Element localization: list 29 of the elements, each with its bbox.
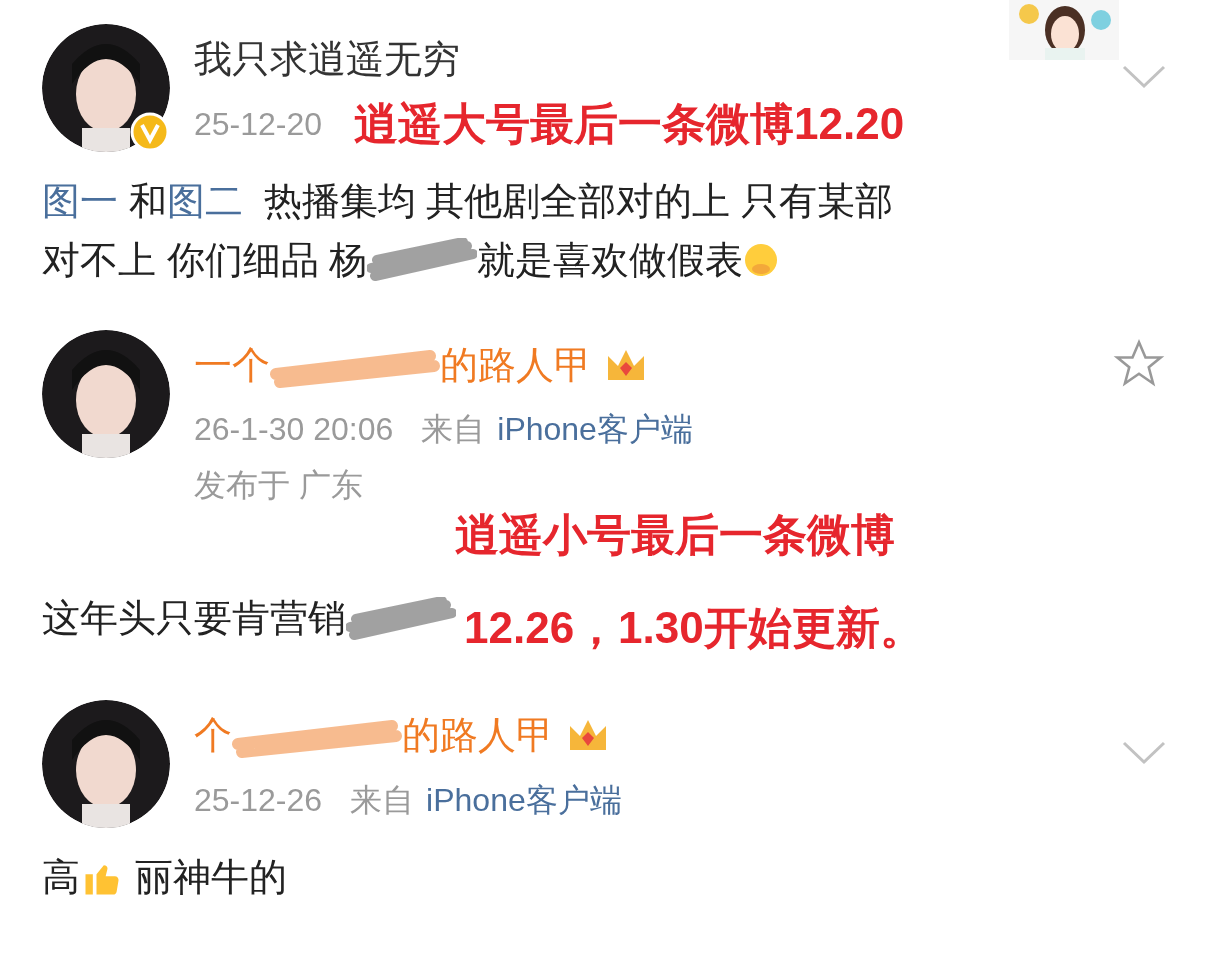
source-label: 来自 xyxy=(350,781,415,818)
chevron-down-icon[interactable] xyxy=(1121,64,1167,90)
source-link[interactable]: iPhone客户端 xyxy=(426,781,622,818)
user-name[interactable]: 的路人甲 xyxy=(440,341,592,390)
post-text: 热播集均 其他剧全部对的上 只有某部 xyxy=(262,179,893,224)
user-name[interactable]: 一个 xyxy=(194,341,270,390)
post-text: 这年头只要肯营销 xyxy=(42,596,346,642)
chevron-down-icon[interactable] xyxy=(1121,740,1167,767)
user-name[interactable]: 我只求逍遥无穷 xyxy=(194,36,460,84)
post-time: 25-12-20 xyxy=(194,105,323,142)
annotation-text: 逍遥大号最后一条微博12.20 xyxy=(354,101,905,146)
user-name[interactable]: 的路人甲 xyxy=(402,712,554,760)
annotation-text: 12.26，1.30开始更新。 xyxy=(464,603,924,653)
post-location: 发布于 广东 xyxy=(194,466,364,506)
source-link[interactable]: iPhone客户端 xyxy=(497,411,693,448)
image-link[interactable]: 图一 xyxy=(42,172,118,231)
post-text: 丽神牛的 xyxy=(133,855,287,901)
source-label: 来自 xyxy=(421,411,486,448)
verified-badge-icon xyxy=(130,112,170,152)
post-text: 和 xyxy=(127,179,167,224)
post-text: 就是喜欢做假表 xyxy=(477,237,744,283)
user-name[interactable]: 个 xyxy=(194,712,232,760)
post-time: 25-12-26 xyxy=(194,781,323,818)
post-text: 高 xyxy=(42,855,80,901)
emoji-icon xyxy=(743,242,780,279)
post-text: 对不上 你们细品 杨 xyxy=(42,237,368,283)
annotation-text: 逍遥小号最后一条微博 xyxy=(454,513,895,558)
post-time: 26-1-30 20:06 xyxy=(194,411,394,448)
image-link[interactable]: 图二 xyxy=(166,172,243,231)
